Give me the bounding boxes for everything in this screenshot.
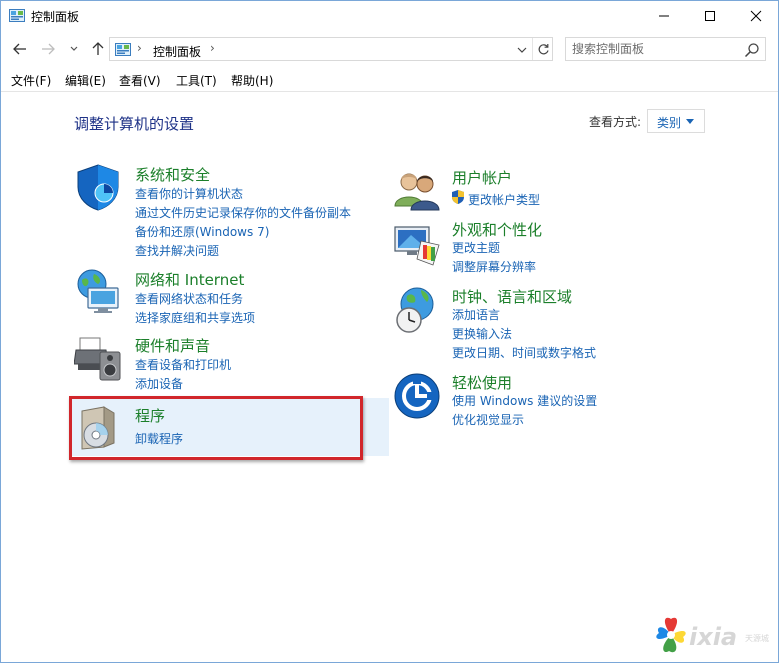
breadcrumb-separator-icon[interactable]: ›	[137, 41, 142, 55]
control-panel-window: 控制面板 › 控制面板 › 搜索控制面板 文件(F) 编辑(E) 查看(V) 工…	[0, 0, 779, 663]
printer-speaker-icon[interactable]	[74, 334, 122, 382]
menu-tools[interactable]: 工具(T)	[176, 72, 217, 89]
arrow-up-icon	[92, 42, 104, 55]
watermark-subtext: 天源城	[745, 634, 769, 643]
recent-locations-button[interactable]	[63, 39, 85, 59]
forward-button[interactable]	[37, 39, 59, 59]
ease-of-access-icon[interactable]	[393, 372, 441, 420]
category-title[interactable]: 用户帐户	[452, 167, 512, 188]
shield-icon[interactable]	[74, 163, 122, 211]
dropdown-arrow-icon	[686, 119, 694, 124]
watermark-flower-icon	[656, 617, 686, 653]
globe-clock-icon[interactable]	[393, 286, 441, 334]
watermark-logo: ixia 天源城	[651, 609, 776, 661]
close-icon	[750, 10, 762, 22]
search-icon[interactable]	[744, 42, 760, 58]
title-bar[interactable]: 控制面板	[1, 1, 778, 31]
menu-bar: 文件(F) 编辑(E) 查看(V) 工具(T) 帮助(H)	[1, 69, 778, 92]
category-title[interactable]: 外观和个性化	[452, 219, 542, 240]
navigation-bar: › 控制面板 ›	[1, 35, 778, 63]
link-network-status[interactable]: 查看网络状态和任务	[135, 290, 243, 307]
link-change-date-time-format[interactable]: 更改日期、时间或数字格式	[452, 344, 596, 361]
maximize-icon	[705, 11, 715, 21]
refresh-button[interactable]	[532, 38, 553, 60]
watermark-text: ixia	[689, 623, 738, 651]
arrow-right-icon	[42, 43, 55, 55]
users-icon[interactable]	[393, 166, 441, 214]
page-title: 调整计算机的设置	[74, 115, 195, 133]
close-button[interactable]	[733, 1, 779, 31]
address-dropdown-button[interactable]	[514, 42, 530, 58]
view-by-value: 类别	[657, 116, 682, 130]
back-button[interactable]	[9, 39, 31, 59]
arrow-left-icon	[13, 43, 26, 55]
minimize-icon	[659, 15, 669, 17]
link-devices-printers[interactable]: 查看设备和打印机	[135, 356, 231, 373]
category-title[interactable]: 硬件和声音	[135, 335, 210, 356]
category-title[interactable]: 系统和安全	[135, 164, 210, 185]
breadcrumb-control-panel[interactable]: 控制面板	[153, 43, 201, 60]
up-button[interactable]	[87, 39, 109, 59]
view-by-label: 查看方式:	[589, 115, 642, 129]
link-file-history-backup[interactable]: 通过文件历史记录保存你的文件备份副本	[135, 204, 351, 221]
search-box[interactable]	[565, 37, 766, 61]
category-title[interactable]: 轻松使用	[452, 372, 512, 393]
link-optimize-visual-display[interactable]: 优化视觉显示	[452, 411, 524, 428]
minimize-button[interactable]	[641, 1, 687, 31]
annotation-highlight-box	[69, 396, 363, 460]
menu-help[interactable]: 帮助(H)	[231, 72, 273, 89]
control-panel-app-icon	[9, 9, 25, 22]
control-panel-location-icon	[115, 43, 131, 56]
link-add-language[interactable]: 添加语言	[452, 306, 500, 323]
link-troubleshoot[interactable]: 查找并解决问题	[135, 242, 219, 259]
menu-view[interactable]: 查看(V)	[119, 72, 161, 89]
network-globe-icon[interactable]	[74, 268, 122, 316]
link-add-device[interactable]: 添加设备	[135, 375, 183, 392]
link-change-input-method[interactable]: 更换输入法	[452, 325, 512, 342]
link-view-computer-status[interactable]: 查看你的计算机状态	[135, 185, 243, 202]
monitor-palette-icon[interactable]	[393, 219, 441, 267]
search-input[interactable]	[572, 40, 737, 58]
refresh-icon	[538, 43, 549, 54]
category-title[interactable]: 网络和 Internet	[135, 269, 244, 290]
link-homegroup-sharing[interactable]: 选择家庭组和共享选项	[135, 309, 255, 326]
category-title[interactable]: 时钟、语言和区域	[452, 286, 572, 307]
breadcrumb-separator-icon[interactable]: ›	[210, 41, 215, 55]
link-recommended-settings[interactable]: 使用 Windows 建议的设置	[452, 392, 597, 409]
window-title: 控制面板	[31, 10, 80, 24]
chevron-down-icon	[70, 46, 78, 51]
menu-edit[interactable]: 编辑(E)	[65, 72, 106, 89]
maximize-button[interactable]	[687, 1, 733, 31]
address-bar[interactable]: › 控制面板 ›	[109, 37, 553, 61]
link-backup-restore[interactable]: 备份和还原(Windows 7)	[135, 223, 269, 240]
uac-shield-icon	[452, 190, 464, 204]
link-adjust-resolution[interactable]: 调整屏幕分辨率	[452, 258, 536, 275]
link-change-account-type[interactable]: 更改帐户类型	[468, 191, 540, 208]
chevron-down-icon	[517, 47, 527, 53]
menu-file[interactable]: 文件(F)	[11, 72, 51, 89]
link-change-theme[interactable]: 更改主题	[452, 239, 500, 256]
view-by-dropdown[interactable]: 类别	[647, 109, 705, 133]
